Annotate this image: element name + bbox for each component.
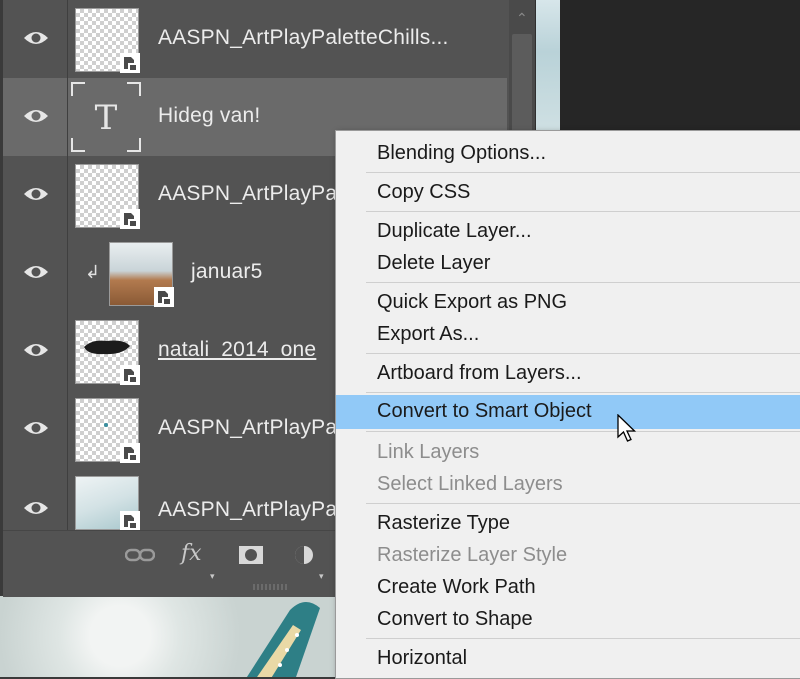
layer-name[interactable]: AASPN_ArtPlayPa <box>158 416 337 440</box>
menu-item-create-work-path[interactable]: Create Work Path <box>336 572 800 604</box>
menu-item-delete-layer[interactable]: Delete Layer <box>336 248 800 280</box>
layer-name[interactable]: AASPN_ArtPlayPa <box>158 182 337 206</box>
layer-name[interactable]: AASPN_ArtPlayPa <box>158 498 337 522</box>
eye-icon[interactable] <box>23 262 49 282</box>
canvas-artwork <box>246 602 320 677</box>
visibility-toggle[interactable] <box>3 468 68 530</box>
smart-object-icon <box>120 443 140 463</box>
fx-button[interactable]: fx <box>181 541 202 566</box>
visibility-toggle[interactable] <box>3 156 68 234</box>
menu-separator <box>366 211 800 212</box>
menu-separator <box>366 431 800 432</box>
layer-name[interactable]: Hideg van! <box>158 104 260 128</box>
dropdown-indicator-icon: ▾ <box>210 571 215 581</box>
smart-object-icon <box>120 365 140 385</box>
menu-item-blending-options[interactable]: Blending Options... <box>336 138 800 170</box>
menu-item-link-layers: Link Layers <box>377 441 480 463</box>
visibility-toggle[interactable] <box>3 0 68 78</box>
eye-icon[interactable] <box>23 418 49 438</box>
visibility-toggle[interactable] <box>3 312 68 390</box>
menu-item-select-linked-layers: Select Linked Layers <box>377 473 563 495</box>
menu-separator <box>366 172 800 173</box>
layer-thumbnail[interactable] <box>75 476 140 531</box>
smart-object-icon <box>120 209 140 229</box>
layer-context-menu: Blending Options... Copy CSS Duplicate L… <box>335 130 800 679</box>
adjustment-icon[interactable] <box>293 544 315 566</box>
canvas-image-strip <box>535 0 560 130</box>
mouse-cursor-icon <box>617 414 637 442</box>
visibility-toggle[interactable] <box>3 390 68 468</box>
menu-item-convert-to-smart-object[interactable]: Convert to Smart Object <box>336 395 800 429</box>
brush-stroke-preview <box>84 340 130 355</box>
menu-item-duplicate-layer[interactable]: Duplicate Layer... <box>336 216 800 248</box>
menu-item-rasterize-layer-style: Rasterize Layer Style <box>377 544 568 566</box>
eye-icon[interactable] <box>23 28 49 48</box>
smart-object-icon <box>120 53 140 73</box>
visibility-toggle[interactable] <box>3 78 68 156</box>
mask-icon[interactable] <box>238 545 264 565</box>
clipping-mask-icon: ↲ <box>85 262 101 282</box>
menu-item-artboard-from-layers[interactable]: Artboard from Layers... <box>336 358 800 390</box>
eye-icon[interactable] <box>23 106 49 126</box>
eye-icon[interactable] <box>23 340 49 360</box>
dropdown-indicator-icon: ▾ <box>319 571 324 581</box>
scroll-up-icon[interactable]: ⌃ <box>516 10 528 27</box>
text-layer-glyph: T <box>95 98 118 138</box>
menu-item-export-as[interactable]: Export As... <box>336 319 800 351</box>
smart-object-icon <box>154 287 174 307</box>
menu-separator <box>366 353 800 354</box>
text-layer-thumbnail[interactable]: T <box>71 82 141 152</box>
layer-row[interactable]: AASPN_ArtPlayPaletteChills... <box>3 0 507 79</box>
layer-name[interactable]: AASPN_ArtPlayPaletteChills... <box>158 26 449 50</box>
menu-item-convert-to-shape[interactable]: Convert to Shape <box>336 604 800 636</box>
layer-thumbnail[interactable] <box>75 164 140 229</box>
canvas-dark-area <box>560 0 800 130</box>
menu-separator <box>366 282 800 283</box>
layer-thumbnail[interactable] <box>75 320 140 385</box>
link-icon[interactable] <box>125 547 155 563</box>
layer-thumbnail[interactable] <box>75 8 140 73</box>
menu-item-quick-export-png[interactable]: Quick Export as PNG <box>336 287 800 319</box>
layer-name[interactable]: natali_2014_one <box>158 338 316 362</box>
eye-icon[interactable] <box>23 184 49 204</box>
menu-separator <box>366 638 800 639</box>
layer-name[interactable]: januar5 <box>191 260 262 284</box>
visibility-toggle[interactable] <box>3 234 68 312</box>
layer-thumbnail[interactable] <box>109 242 174 307</box>
panel-resize-grip[interactable] <box>253 584 289 590</box>
menu-item-horizontal[interactable]: Horizontal <box>336 643 800 675</box>
layer-thumbnail[interactable] <box>75 398 140 463</box>
smart-object-icon <box>120 511 140 531</box>
menu-separator <box>366 392 800 393</box>
menu-item-rasterize-type[interactable]: Rasterize Type <box>336 508 800 540</box>
eye-icon[interactable] <box>23 498 49 518</box>
menu-item-copy-css[interactable]: Copy CSS <box>336 177 800 209</box>
menu-separator <box>366 503 800 504</box>
